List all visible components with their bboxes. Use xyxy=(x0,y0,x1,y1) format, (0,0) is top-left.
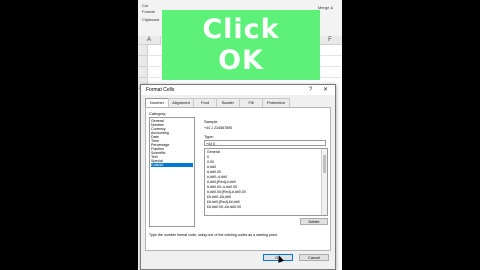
column-header-a[interactable]: A xyxy=(138,36,161,45)
format-cells-dialog: Format Cells ? ✕ Number Alignment Font B… xyxy=(140,84,336,270)
dialog-titlebar[interactable]: Format Cells ? ✕ xyxy=(141,85,335,95)
help-icon[interactable]: ? xyxy=(309,86,312,94)
format-list-scrollbar[interactable] xyxy=(321,149,327,215)
scrollbar-thumb[interactable] xyxy=(323,155,326,173)
ribbon-merge[interactable]: Merge & xyxy=(318,5,333,10)
tab-border[interactable]: Border xyxy=(216,98,240,107)
banner-line-2: OK xyxy=(218,45,264,76)
cancel-button[interactable]: Cancel xyxy=(299,254,329,261)
click-ok-banner: Click OK xyxy=(162,10,320,80)
ribbon-cut[interactable]: Cut xyxy=(142,3,148,8)
type-label: Type: xyxy=(204,134,214,139)
ribbon-format-painter[interactable]: Format xyxy=(142,9,155,14)
ribbon-clipboard-label: Clipboard xyxy=(142,17,160,22)
tab-font[interactable]: Font xyxy=(193,98,217,107)
tab-alignment[interactable]: Alignment xyxy=(168,98,194,107)
format-code-list[interactable]: General 0 0.00 #,##0 #,##0.00 #,##0;-#,#… xyxy=(204,148,328,216)
dialog-title: Format Cells xyxy=(146,87,175,93)
hint-text: Type the number format code, using one o… xyxy=(149,233,278,237)
sample-value: +44 1 234567890 xyxy=(204,126,233,130)
tab-protection[interactable]: Protection xyxy=(262,98,290,107)
category-item-selected[interactable]: Custom xyxy=(151,163,193,167)
number-tab-panel: Category: General Number Currency Accoun… xyxy=(145,107,331,251)
category-list[interactable]: General Number Currency Accounting Date … xyxy=(149,117,195,227)
category-label: Category: xyxy=(149,111,167,116)
type-input[interactable]: +44 0 xyxy=(204,140,326,146)
sample-label: Sample xyxy=(204,119,218,124)
column-header-f[interactable]: F xyxy=(318,36,342,45)
format-code-item[interactable]: £#,##0.00;-£#,##0.00 xyxy=(207,205,241,210)
banner-line-1: Click xyxy=(202,14,280,45)
delete-button[interactable]: Delete xyxy=(300,218,328,225)
tab-fill[interactable]: Fill xyxy=(239,98,263,107)
close-icon[interactable]: ✕ xyxy=(323,86,328,94)
